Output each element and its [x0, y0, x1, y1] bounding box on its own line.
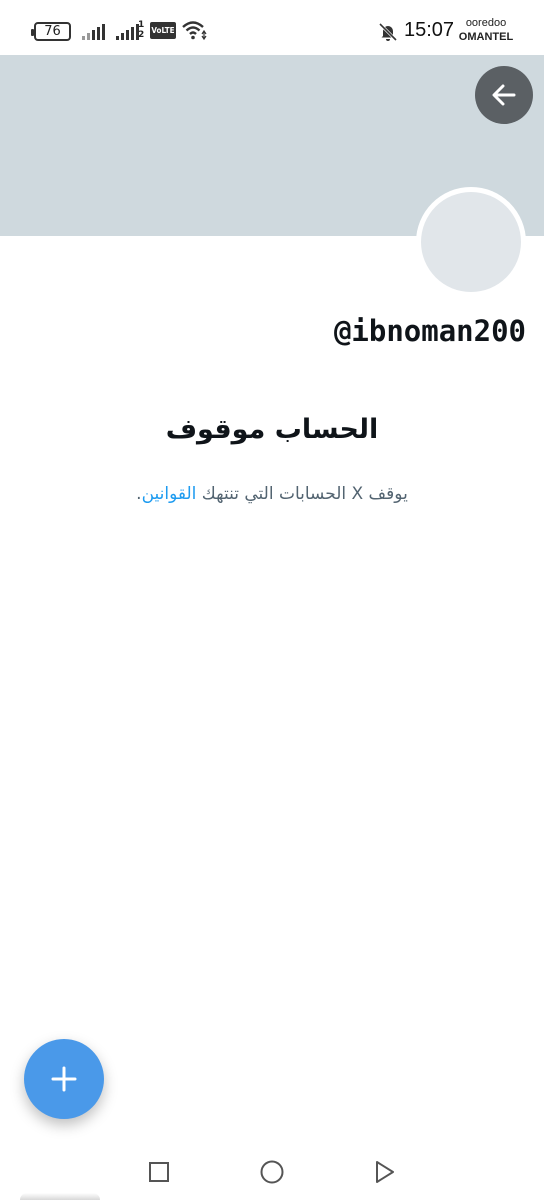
home-button[interactable]: [258, 1158, 286, 1186]
circle-icon: [260, 1160, 284, 1184]
plus-icon: [51, 1066, 77, 1092]
avatar-placeholder: [421, 192, 521, 292]
signal-icon: [82, 22, 105, 40]
compose-fab-button[interactable]: [24, 1039, 104, 1119]
rules-link[interactable]: القوانين: [142, 484, 197, 504]
volte-icon: VoLTE: [150, 22, 176, 39]
battery-level: 76: [44, 24, 61, 39]
square-icon: [149, 1162, 169, 1182]
fab-shadow: [20, 1193, 100, 1200]
system-nav-bar: [0, 1140, 544, 1200]
description-text: يوقف X الحسابات التي تنتهك: [196, 484, 408, 504]
wifi-icon: [182, 21, 207, 41]
recents-button[interactable]: [145, 1158, 173, 1186]
arrow-left-icon: [492, 84, 516, 106]
bell-off-icon: [378, 22, 398, 42]
battery-icon: 76: [31, 22, 71, 41]
signal-icon: [116, 22, 139, 40]
profile-handle: @ibnoman200: [333, 314, 526, 348]
avatar[interactable]: [416, 187, 526, 297]
sim-indicator: 1 2: [138, 20, 145, 40]
clock: 15:07: [404, 19, 455, 41]
status-bar: 76 1 2 VoLTE 15:07 ooredoo OMANTEL: [0, 0, 544, 55]
carrier-label: ooredoo OMANTEL: [458, 17, 514, 43]
suspended-title: الحساب موقوف: [165, 414, 379, 445]
back-button[interactable]: [475, 66, 533, 124]
suspended-description: يوقف X الحسابات التي تنتهك القوانين.: [0, 484, 544, 504]
nav-back-button[interactable]: [370, 1158, 398, 1186]
triangle-icon: [376, 1161, 394, 1183]
